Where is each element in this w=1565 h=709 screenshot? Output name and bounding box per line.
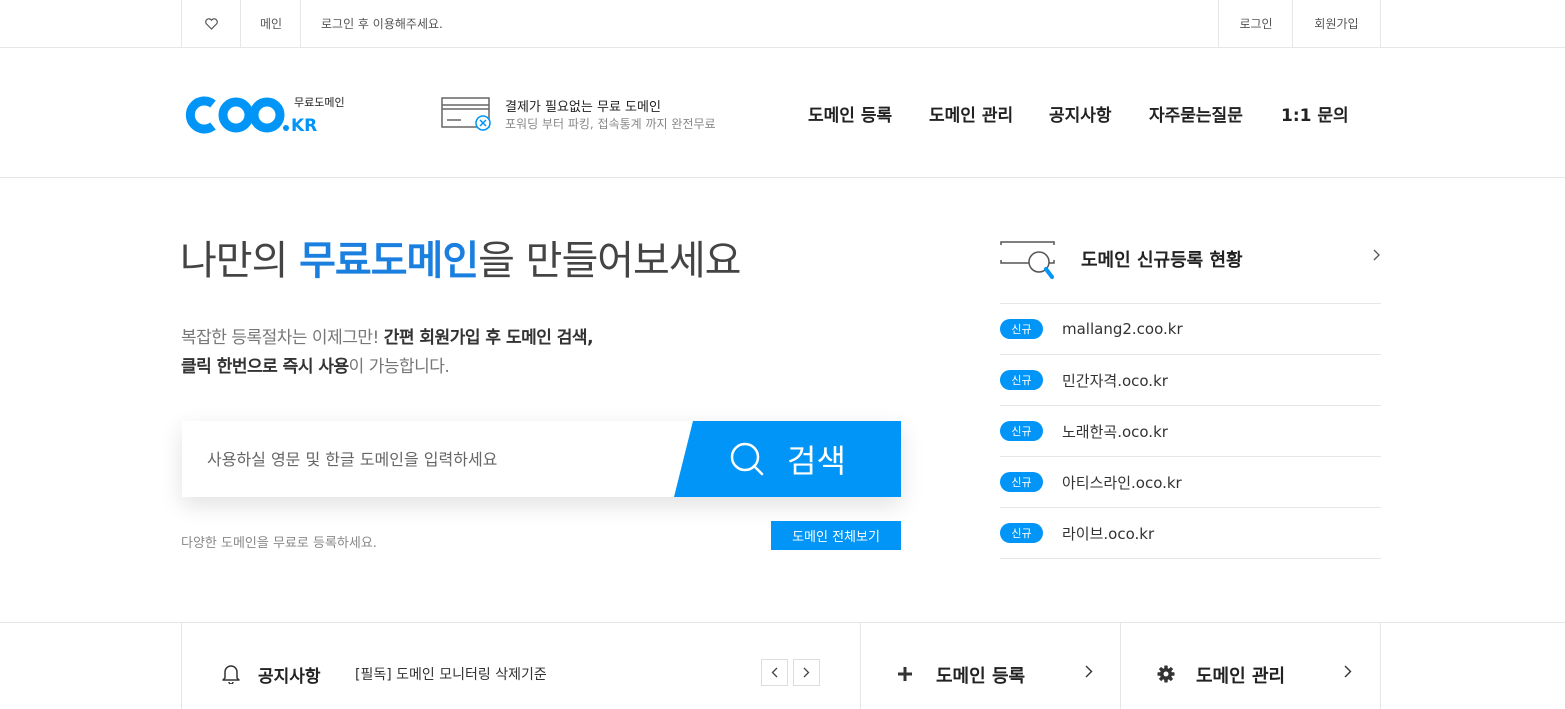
new-badge: 신규 (1000, 523, 1043, 543)
list-item[interactable]: 신규 민간자격.oco.kr (1000, 355, 1381, 406)
favorite-button[interactable] (181, 0, 241, 47)
bell-icon (222, 665, 240, 684)
card-icon (441, 97, 491, 131)
quick-domain-register[interactable]: 도메인 등록 (860, 623, 1121, 709)
new-badge: 신규 (1000, 421, 1043, 441)
new-registrations-title: 도메인 신규등록 현황 (1081, 250, 1243, 271)
hero-description: 복잡한 등록절차는 이제그만! 간편 회원가입 후 도메인 검색, 클릭 한번으… (181, 324, 594, 382)
list-item[interactable]: 신규 라이브.oco.kr (1000, 508, 1381, 559)
quick-domain-manage[interactable]: 도메인 관리 (1120, 623, 1381, 709)
view-all-domains-button[interactable]: 도메인 전체보기 (771, 521, 901, 550)
notice-label: 공지사항 (258, 667, 321, 687)
hero-title-pre: 나만의 (180, 238, 300, 284)
notice-item[interactable]: [필독] 도메인 모니터링 삭제기준 (355, 664, 547, 684)
notice-ticker: 공지사항 [필독] 도메인 모니터링 삭제기준 (181, 623, 861, 709)
search-icon (730, 442, 764, 476)
new-registrations-header: 도메인 신규등록 현황 (1000, 238, 1381, 304)
search-button[interactable]: 검색 (674, 421, 901, 497)
hero-desc-line2-post: 이 가능합니다. (348, 357, 450, 377)
notice-next-button[interactable] (793, 659, 820, 686)
nav-domain-register[interactable]: 도메인 등록 (808, 101, 892, 126)
hero-title: 나만의 무료도메인을 만들어보세요 (180, 228, 741, 286)
site-logo[interactable]: KR 무료도메인 (181, 94, 356, 136)
quick-manage-label: 도메인 관리 (1196, 666, 1286, 687)
hero-note: 다양한 도메인을 무료로 등록하세요. (181, 536, 377, 551)
domain-name: 라이브.oco.kr (1062, 524, 1155, 543)
hero-desc-line2-bold: 클릭 한번으로 즉시 사용 (181, 357, 349, 377)
chevron-left-icon (771, 667, 778, 678)
nav-inquiry[interactable]: 1:1 문의 (1281, 101, 1349, 126)
notice-prev-button[interactable] (761, 659, 788, 686)
hero-desc-line1-bold: 간편 회원가입 후 도메인 검색, (383, 328, 594, 348)
promo-title: 결제가 필요없는 무료 도메인 (505, 100, 661, 115)
magnifier-window-icon (1000, 241, 1055, 279)
svg-text:KR: KR (291, 116, 317, 136)
new-badge: 신규 (1000, 472, 1043, 492)
login-link[interactable]: 로그인 (1218, 0, 1293, 47)
domain-search-box: 검색 (182, 421, 901, 497)
new-badge: 신규 (1000, 319, 1043, 339)
hero-title-highlight: 무료도메인 (299, 238, 479, 284)
plus-icon (898, 667, 912, 681)
chevron-right-icon (1373, 249, 1380, 261)
heart-icon (205, 17, 218, 30)
domain-name: mallang2.coo.kr (1062, 320, 1183, 338)
domain-search-input[interactable] (182, 421, 702, 497)
promo-description: 포워딩 부터 파킹, 접속통계 까지 완전무료 (505, 117, 716, 131)
join-link[interactable]: 회원가입 (1292, 0, 1381, 47)
list-item[interactable]: 신규 mallang2.coo.kr (1000, 304, 1381, 355)
new-registrations-more-button[interactable] (1373, 246, 1381, 265)
domain-name: 아티스라인.oco.kr (1062, 473, 1182, 492)
login-message: 로그인 후 이용해주세요. (300, 0, 600, 47)
gear-icon (1157, 665, 1175, 683)
nav-notice[interactable]: 공지사항 (1049, 101, 1112, 126)
chevron-right-icon (803, 667, 810, 678)
nav-domain-manage[interactable]: 도메인 관리 (929, 101, 1013, 126)
nav-faq[interactable]: 자주묻는질문 (1149, 101, 1243, 126)
hero-desc-line1-pre: 복잡한 등록절차는 이제그만! (181, 328, 384, 348)
chevron-right-icon (1085, 665, 1093, 678)
bottom-quick-bar: 공지사항 [필독] 도메인 모니터링 삭제기준 도메인 등록 도메인 관리 (0, 622, 1565, 709)
site-header: KR 무료도메인 결제가 필요없는 무료 도메인 포워딩 부터 파킹, 접속통계… (0, 48, 1565, 178)
top-utility-bar: 메인 로그인 후 이용해주세요. 로그인 회원가입 (0, 0, 1565, 48)
chevron-right-icon (1344, 665, 1352, 678)
domain-name: 노래한곡.oco.kr (1062, 422, 1168, 441)
list-item[interactable]: 신규 노래한곡.oco.kr (1000, 406, 1381, 457)
quick-register-label: 도메인 등록 (936, 666, 1026, 687)
promo-banner: 결제가 필요없는 무료 도메인 포워딩 부터 파킹, 접속통계 까지 완전무료 (441, 96, 741, 132)
domain-name: 민간자격.oco.kr (1062, 371, 1168, 390)
new-badge: 신규 (1000, 370, 1043, 390)
home-link[interactable]: 메인 (240, 0, 301, 47)
logo-subtitle: 무료도메인 (294, 96, 345, 109)
hero-title-post: 을 만들어보세요 (478, 238, 741, 284)
search-button-label: 검색 (787, 442, 846, 480)
list-item[interactable]: 신규 아티스라인.oco.kr (1000, 457, 1381, 508)
